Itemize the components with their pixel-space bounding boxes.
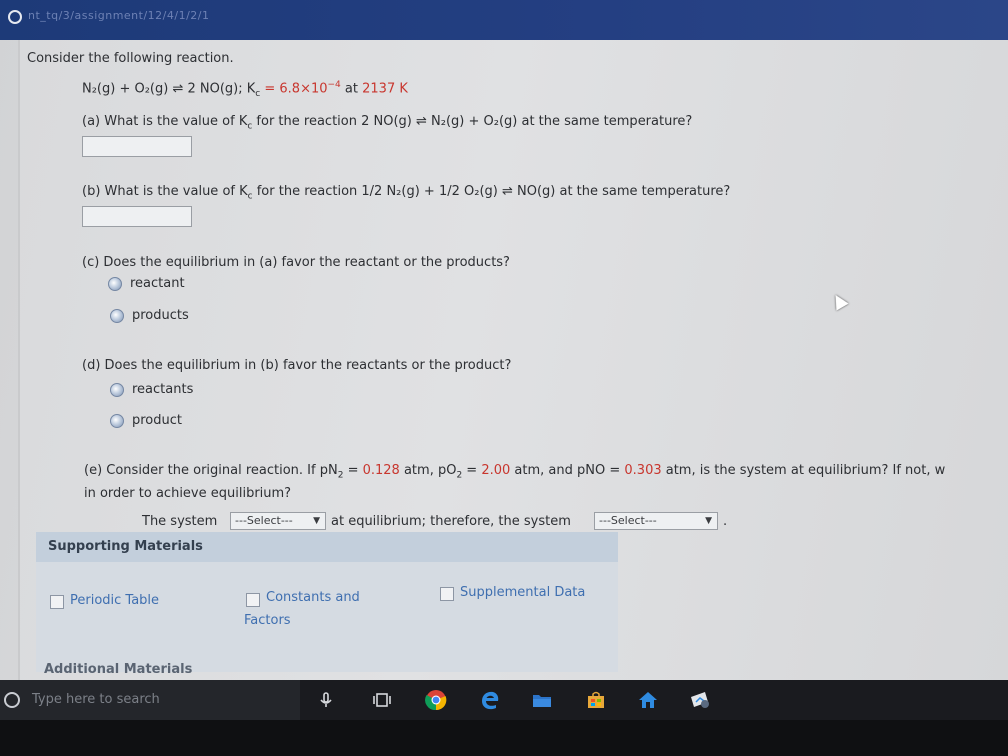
assignment-breadcrumb: nt_tq/3/assignment/12/4/1/2/1 (28, 9, 210, 22)
part-c-products-radio[interactable] (110, 309, 124, 323)
part-b-reaction: for the reaction 1/2 N₂(g) + 1/2 O₂(g) ⇌… (252, 184, 731, 199)
supplemental-icon (440, 587, 454, 601)
store-icon[interactable] (584, 688, 608, 712)
part-c-products-label: products (132, 308, 189, 323)
chrome-icon[interactable] (424, 688, 448, 712)
part-e-text-3: atm, and pNO = (510, 463, 625, 478)
kc-value: = 6.8×10 (260, 81, 328, 97)
part-d-reactants-radio[interactable] (110, 383, 124, 397)
part-d-product-label: product (132, 413, 183, 428)
part-b-text: (b) What is the value of K (82, 184, 248, 199)
cortana-icon (4, 692, 20, 708)
select2-arrow-icon: ▼ (705, 516, 712, 526)
equilibrium-mid-label: at equilibrium; therefore, the system (331, 514, 571, 529)
home-app-icon[interactable] (636, 688, 660, 712)
supporting-materials-header: Supporting Materials (36, 532, 618, 562)
part-d-prompt: (d) Does the equilibrium in (b) favor th… (82, 358, 512, 373)
part-a-answer-field[interactable] (82, 136, 192, 157)
file-explorer-icon[interactable] (530, 688, 554, 712)
part-d-reactants-label: reactants (132, 382, 194, 397)
pno-value: 0.303 (624, 463, 662, 478)
reaction-equation: N₂(g) + O₂(g) ⇌ 2 NO(g); Kc = 6.8×10−4 a… (82, 80, 408, 99)
photos-icon[interactable] (688, 688, 712, 712)
part-e-text-1: (e) Consider the original reaction. If p… (84, 463, 338, 478)
supporting-materials-title: Supporting Materials (48, 539, 203, 554)
task-view-icon[interactable] (370, 688, 394, 712)
constants-factors-link-line2[interactable]: Factors (244, 613, 291, 628)
kc-exponent: −4 (327, 80, 341, 90)
supplemental-data-link[interactable]: Supplemental Data (460, 585, 585, 600)
browser-viewport: nt_tq/3/assignment/12/4/1/2/1 Consider t… (0, 0, 1008, 680)
part-a-prompt: (a) What is the value of Kc for the reac… (82, 114, 692, 132)
select1-value: ---Select--- (235, 514, 293, 527)
taskbar-search-placeholder: Type here to search (32, 692, 160, 707)
part-c-reactant-label: reactant (130, 276, 185, 291)
part-c-prompt: (c) Does the equilibrium in (a) favor th… (82, 255, 510, 270)
supporting-materials-panel: Periodic Table Constants and Factors Sup… (36, 562, 618, 677)
system-label: The system (142, 514, 218, 529)
part-a-reaction: for the reaction 2 NO(g) ⇌ N₂(g) + O₂(g)… (252, 114, 693, 129)
part-e-text-4: atm, is the system at equilibrium? If no… (661, 463, 946, 478)
end-period: . (723, 514, 728, 529)
part-e-eq-1: = (343, 463, 363, 478)
constants-icon (246, 593, 260, 607)
temperature-value: 2137 K (362, 81, 408, 97)
po2-value: 2.00 (481, 463, 511, 478)
at-label: at (340, 81, 363, 97)
microphone-icon[interactable] (314, 688, 338, 712)
part-c-reactant-radio[interactable] (108, 277, 122, 291)
part-b-prompt: (b) What is the value of Kc for the reac… (82, 184, 730, 202)
assignment-header-bar: nt_tq/3/assignment/12/4/1/2/1 (0, 0, 1008, 40)
windows-taskbar: Type here to search (0, 680, 1008, 720)
part-e-eq-2: = (462, 463, 482, 478)
part-d-product-radio[interactable] (110, 414, 124, 428)
constants-factors-link[interactable]: Constants and (266, 590, 360, 605)
periodic-table-link[interactable]: Periodic Table (70, 593, 159, 608)
additional-materials-title: Additional Materials (44, 662, 193, 677)
select1-arrow-icon: ▼ (313, 516, 320, 526)
part-e-prompt-line2: in order to achieve equilibrium? (84, 486, 292, 501)
taskbar-search[interactable]: Type here to search (0, 680, 300, 720)
reaction-text: N₂(g) + O₂(g) ⇌ 2 NO(g); K (82, 81, 256, 97)
shift-direction-select[interactable]: ---Select--- ▼ (594, 512, 718, 530)
equilibrium-status-select[interactable]: ---Select--- ▼ (230, 512, 326, 530)
periodic-table-icon (50, 595, 64, 609)
part-e-text-2: atm, pO (399, 463, 457, 478)
part-b-answer-field[interactable] (82, 206, 192, 227)
part-e-prompt: (e) Consider the original reaction. If p… (84, 463, 945, 481)
pn2-value: 0.128 (362, 463, 400, 478)
status-circle-icon (8, 10, 22, 24)
edge-browser-icon[interactable] (478, 688, 502, 712)
select2-value: ---Select--- (599, 514, 657, 527)
question-intro: Consider the following reaction. (27, 51, 234, 66)
part-a-text: (a) What is the value of K (82, 114, 248, 129)
